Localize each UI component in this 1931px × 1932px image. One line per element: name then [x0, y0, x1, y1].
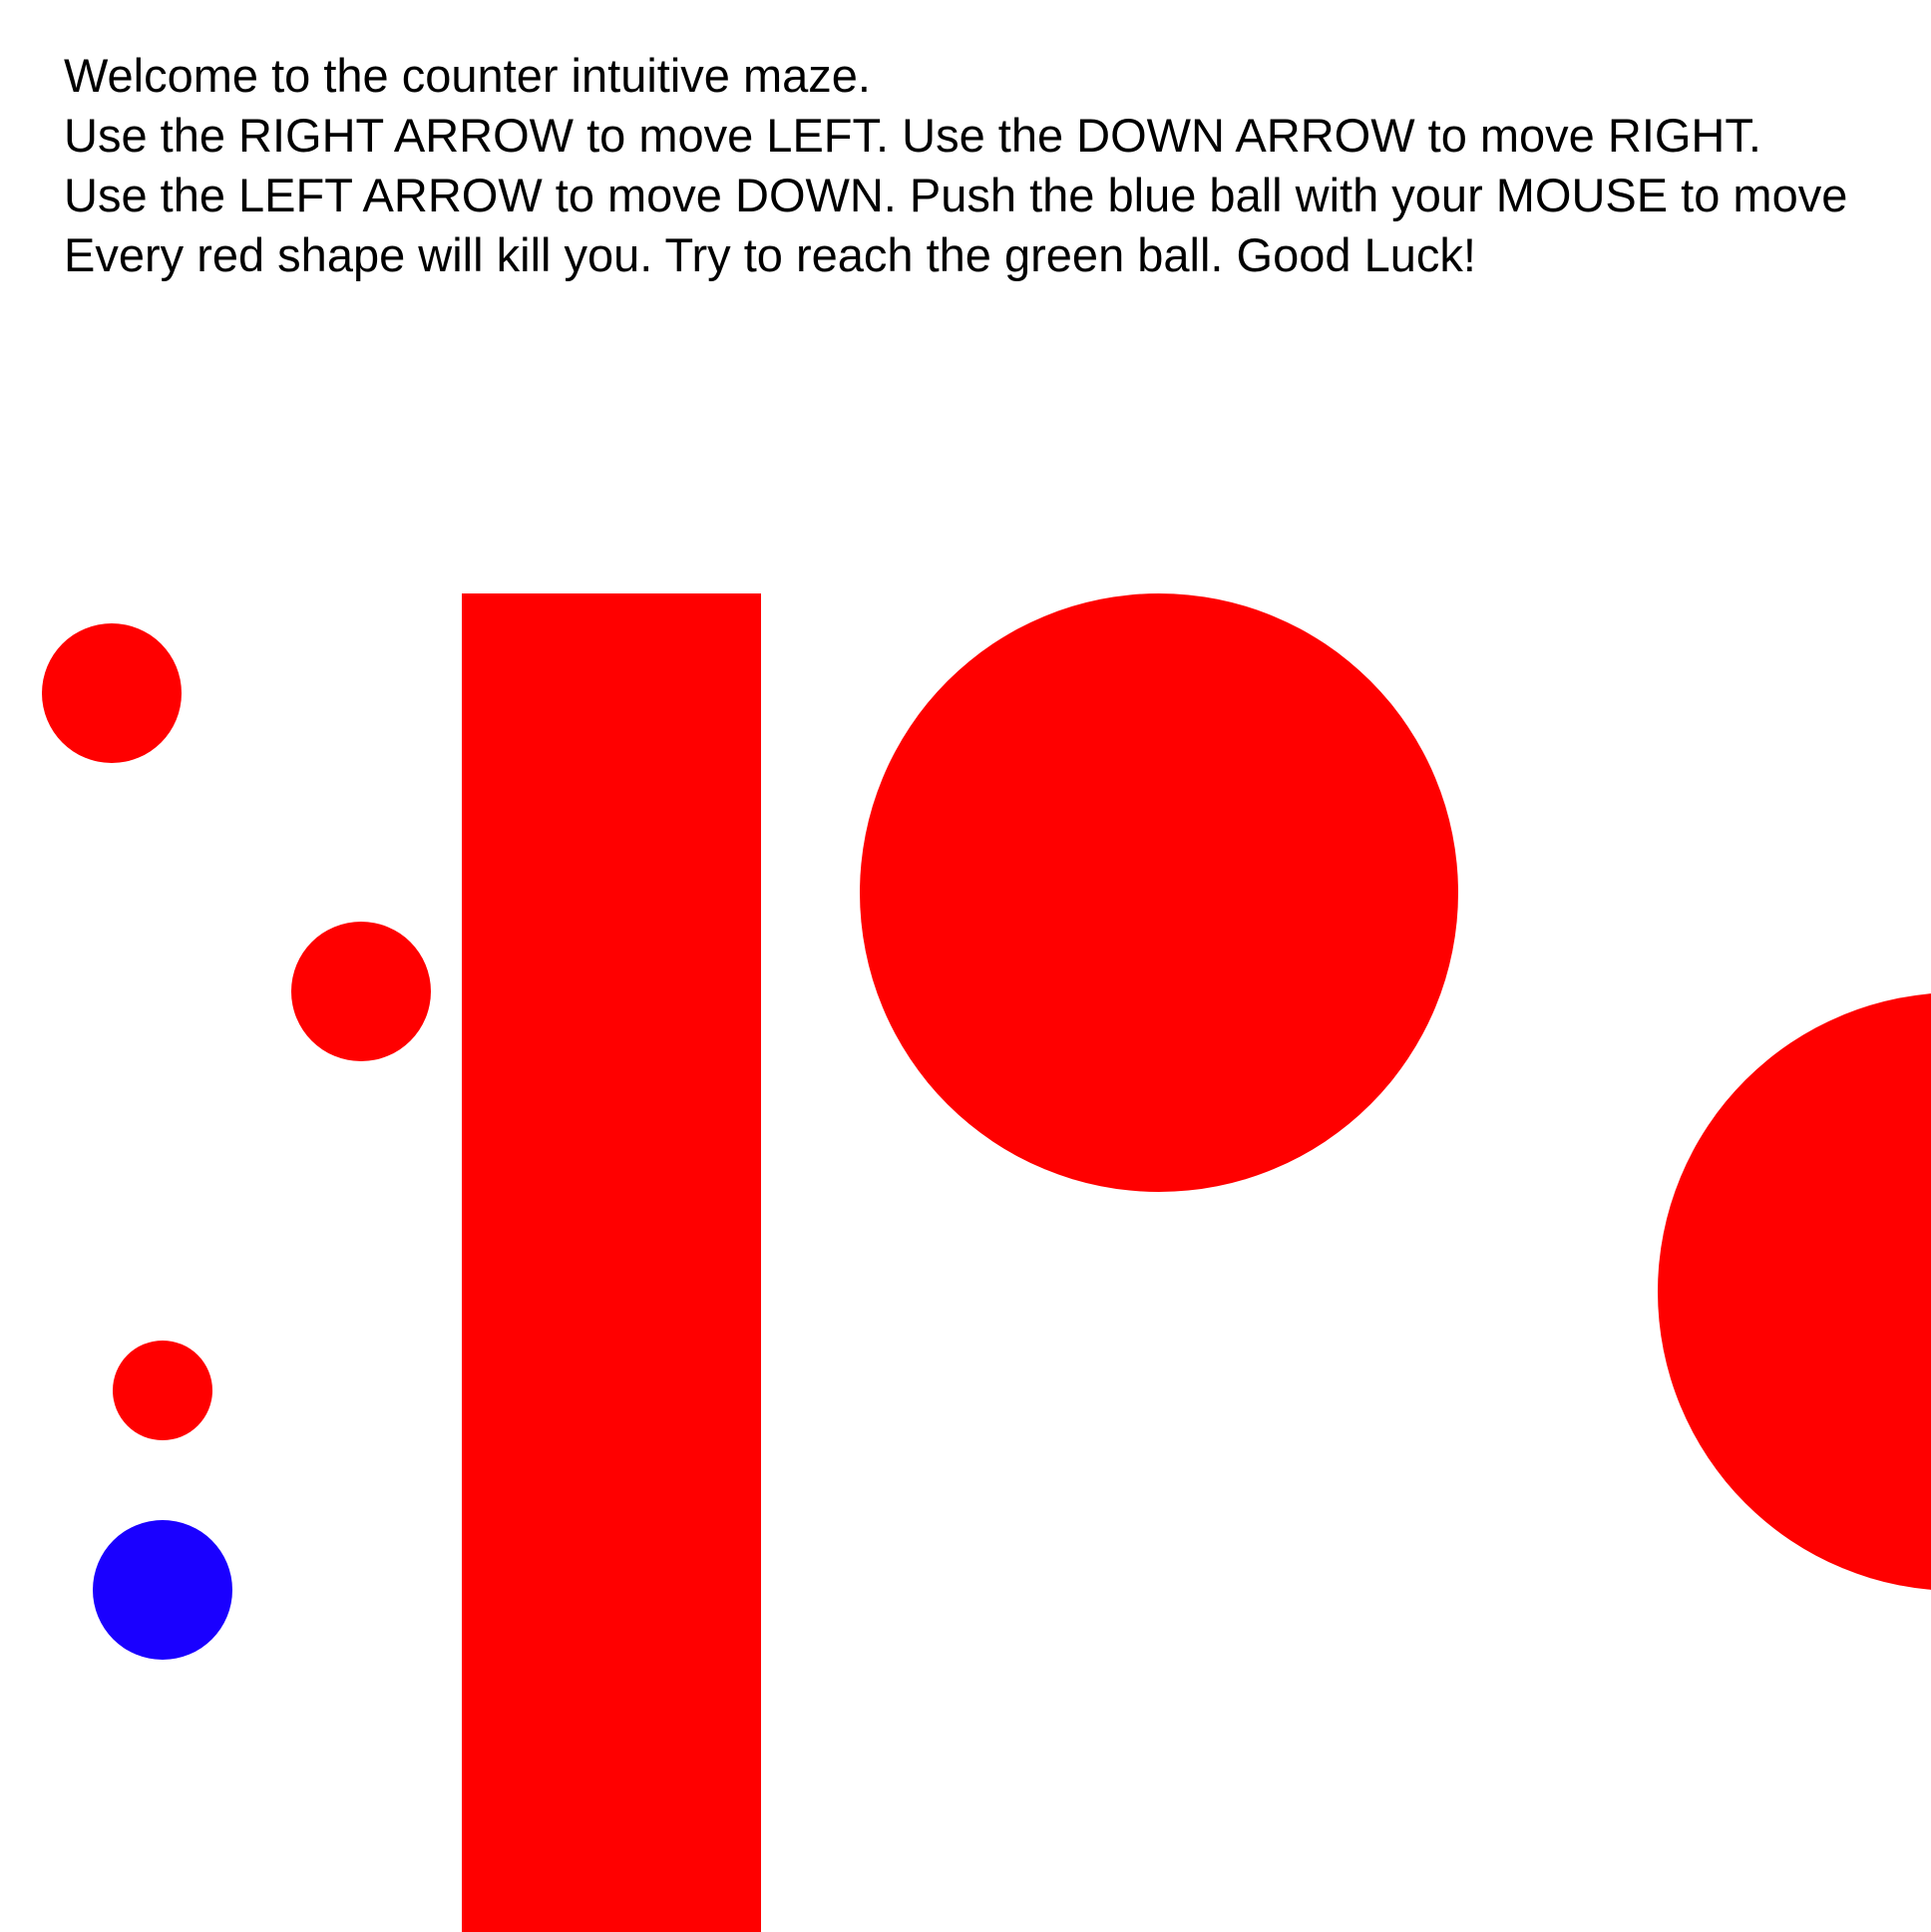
red-ball-small: [291, 922, 431, 1061]
red-ball-small: [113, 1341, 212, 1440]
game-canvas[interactable]: Welcome to the counter intuitive maze. U…: [0, 0, 1931, 1932]
blue-player-ball[interactable]: [93, 1520, 232, 1660]
instruction-line-2: Use the RIGHT ARROW to move LEFT. Use th…: [64, 109, 1761, 162]
instruction-line-4: Every red shape will kill you. Try to re…: [64, 228, 1476, 281]
red-ball-large: [860, 593, 1458, 1192]
instruction-line-1: Welcome to the counter intuitive maze.: [64, 49, 871, 102]
red-ball-large: [1658, 992, 1931, 1591]
instructions-text: Welcome to the counter intuitive maze. U…: [64, 46, 1847, 285]
red-ball-small: [42, 623, 182, 763]
instruction-line-3: Use the LEFT ARROW to move DOWN. Push th…: [64, 169, 1848, 221]
red-wall-rectangle: [462, 593, 761, 1932]
